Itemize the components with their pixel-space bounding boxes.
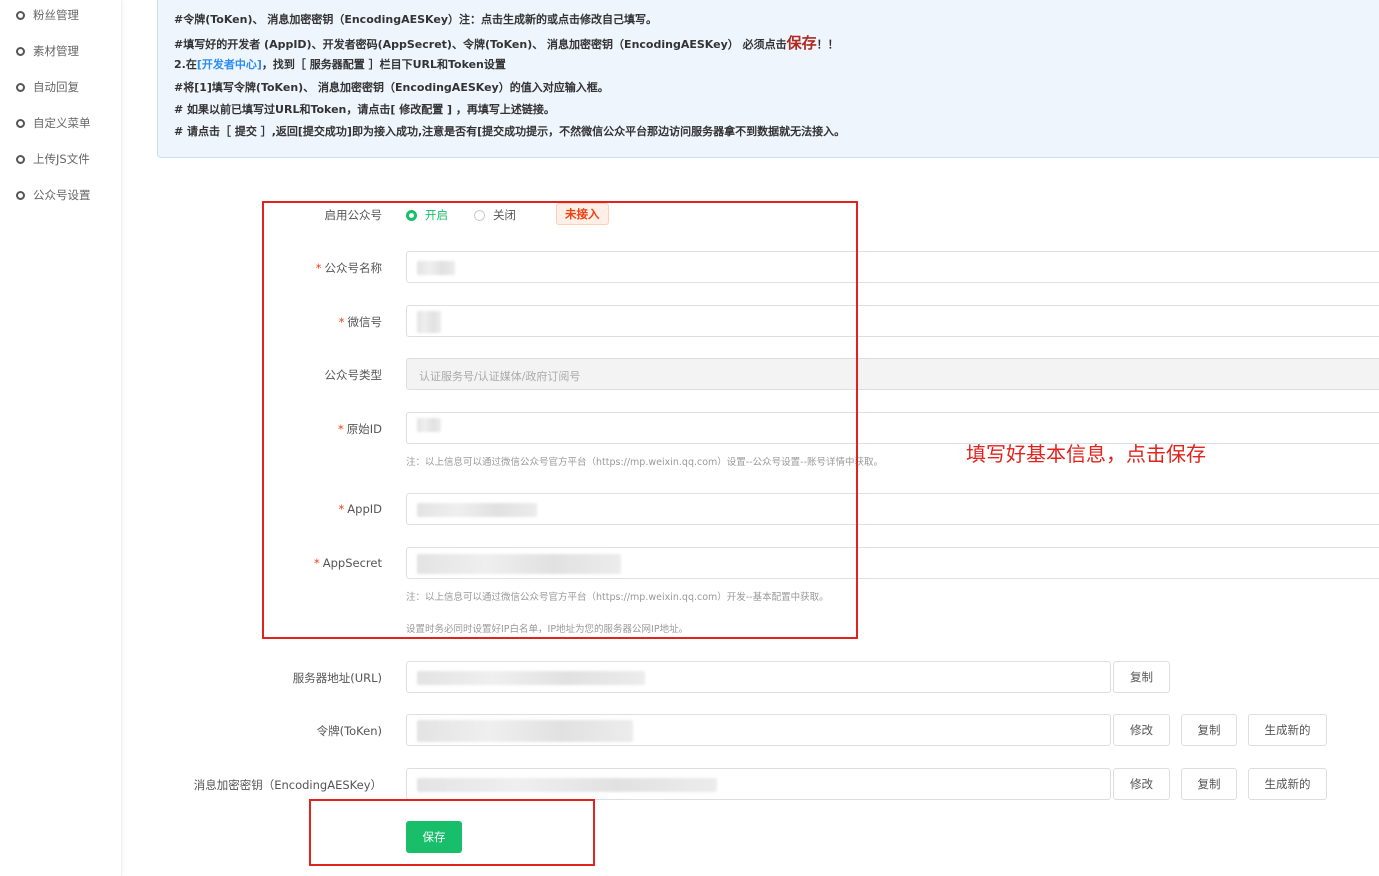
notice-text: 2.在 (174, 58, 197, 71)
circle-icon (16, 118, 25, 128)
sidebar-item-materials[interactable]: 素材管理 (16, 42, 79, 60)
blurred-value (417, 720, 633, 742)
sidebar-item-auto-reply[interactable]: 自动回复 (16, 78, 79, 96)
instruction-notice: #令牌(ToKen)、 消息加密密钥（EncodingAESKey）注：点击生成… (157, 0, 1379, 158)
appid-label: * AppID (339, 502, 382, 516)
aes-key-label: 消息加密密钥（EncodingAESKey） (193, 778, 382, 792)
enable-off-radio[interactable]: 关闭 (474, 207, 516, 223)
label-text: AppSecret (322, 556, 382, 570)
notice-line: # 如果以前已填写过URL和Token，请点击[ 修改配置 ] ，再填写上述链接… (174, 103, 555, 116)
notice-text: ！！ (816, 38, 839, 51)
circle-icon (16, 46, 25, 56)
hint-text: 设置时务必同时设置好IP白名单，IP地址为您的服务器公网IP地址。 (406, 624, 689, 635)
type-label: 公众号类型 (324, 368, 383, 382)
blurred-value (417, 671, 645, 685)
origin-id-input[interactable] (406, 412, 1379, 444)
sidebar-item-upload-js[interactable]: 上传JS文件 (16, 150, 90, 168)
sidebar-item-label: 粉丝管理 (33, 8, 79, 22)
annotation-text: 填写好基本信息，点击保存 (966, 442, 1206, 466)
required-mark: * (314, 556, 320, 570)
required-mark: * (338, 422, 344, 436)
circle-icon (16, 82, 25, 92)
aes-key-input[interactable] (406, 768, 1111, 800)
token-label: 令牌(ToKen) (316, 724, 382, 738)
sidebar-item-fans[interactable]: 粉丝管理 (16, 6, 79, 24)
notice-text: ，找到［ 服务器配置 ］栏目下URL和Token设置 (261, 58, 506, 71)
developer-center-link[interactable]: [开发者中心] (197, 58, 262, 71)
enable-label: 启用公众号 (324, 208, 383, 222)
appsecret-label: * AppSecret (314, 556, 382, 570)
copy-aes-key-button[interactable]: 复制 (1181, 768, 1237, 800)
required-mark: * (315, 261, 322, 275)
circle-icon (16, 190, 25, 200)
sidebar-item-label: 自动回复 (33, 80, 79, 94)
sidebar: 粉丝管理 素材管理 自动回复 自定义菜单 上传JS文件 公众号设置 (0, 0, 122, 876)
circle-icon (16, 10, 25, 20)
label-text: 公众号名称 (324, 261, 383, 275)
save-button[interactable]: 保存 (406, 821, 462, 853)
generate-token-button[interactable]: 生成新的 (1248, 714, 1327, 746)
radio-unchecked-icon (474, 209, 485, 221)
label-text: 原始ID (346, 422, 382, 436)
account-name-input[interactable] (406, 251, 1379, 283)
account-type-placeholder: 认证服务号/认证媒体/政府订阅号 (419, 370, 581, 383)
notice-line: #填写好的开发者 (AppID)、开发者密码(AppSecret)、令牌(ToK… (174, 32, 839, 53)
hint-text: 注：以上信息可以通过微信公众号官方平台（https://mp.weixin.qq… (406, 592, 829, 603)
label-text: 微信号 (347, 315, 383, 329)
label-text: AppID (347, 502, 382, 516)
status-badge: 未接入 (556, 203, 609, 225)
notice-line: 2.在[开发者中心]，找到［ 服务器配置 ］栏目下URL和Token设置 (174, 56, 506, 72)
wechat-label: * 微信号 (339, 314, 382, 330)
circle-icon (16, 154, 25, 164)
sidebar-item-label: 公众号设置 (33, 188, 91, 202)
required-mark: * (338, 502, 345, 516)
radio-label: 关闭 (493, 208, 516, 222)
account-type-input: 认证服务号/认证媒体/政府订阅号 (406, 358, 1379, 390)
radio-checked-icon (406, 209, 417, 221)
copy-token-button[interactable]: 复制 (1181, 714, 1237, 746)
name-label: * 公众号名称 (316, 260, 382, 276)
origin-id-label: * 原始ID (338, 421, 382, 437)
edit-token-button[interactable]: 修改 (1113, 714, 1170, 746)
notice-line: # 请点击［ 提交 ］,返回[提交成功]即为接入成功,注意是否有[提交成功提示，… (174, 125, 846, 138)
notice-line: #将[1]填写令牌(ToKen)、 消息加密密钥（EncodingAESKey）… (174, 81, 609, 94)
notice-text: #填写好的开发者 (AppID)、开发者密码(AppSecret)、令牌(ToK… (174, 38, 787, 51)
enable-on-radio[interactable]: 开启 (406, 207, 448, 223)
appsecret-input[interactable] (406, 547, 1379, 579)
blurred-value (417, 311, 441, 333)
radio-label: 开启 (425, 208, 448, 222)
server-url-input[interactable] (406, 661, 1111, 693)
sidebar-item-label: 素材管理 (33, 44, 79, 58)
token-input[interactable] (406, 714, 1111, 746)
notice-line: #令牌(ToKen)、 消息加密密钥（EncodingAESKey）注：点击生成… (174, 13, 658, 26)
sidebar-item-custom-menu[interactable]: 自定义菜单 (16, 114, 91, 132)
edit-aes-key-button[interactable]: 修改 (1113, 768, 1170, 800)
required-mark: * (338, 315, 345, 329)
generate-aes-key-button[interactable]: 生成新的 (1248, 768, 1327, 800)
sidebar-item-account-settings[interactable]: 公众号设置 (16, 186, 91, 204)
sidebar-item-label: 上传JS文件 (33, 152, 90, 166)
blurred-value (417, 554, 621, 574)
blurred-value (417, 778, 717, 792)
url-label: 服务器地址(URL) (292, 671, 382, 685)
appid-input[interactable] (406, 493, 1379, 525)
blurred-value (417, 418, 441, 432)
blurred-value (417, 503, 537, 517)
copy-url-button[interactable]: 复制 (1113, 661, 1170, 693)
sidebar-item-label: 自定义菜单 (33, 116, 91, 130)
notice-save-highlight: 保存 (786, 34, 817, 52)
hint-text: 注：以上信息可以通过微信公众号官方平台（https://mp.weixin.qq… (406, 457, 883, 468)
wechat-id-input[interactable] (406, 305, 1379, 337)
blurred-value (417, 261, 455, 275)
